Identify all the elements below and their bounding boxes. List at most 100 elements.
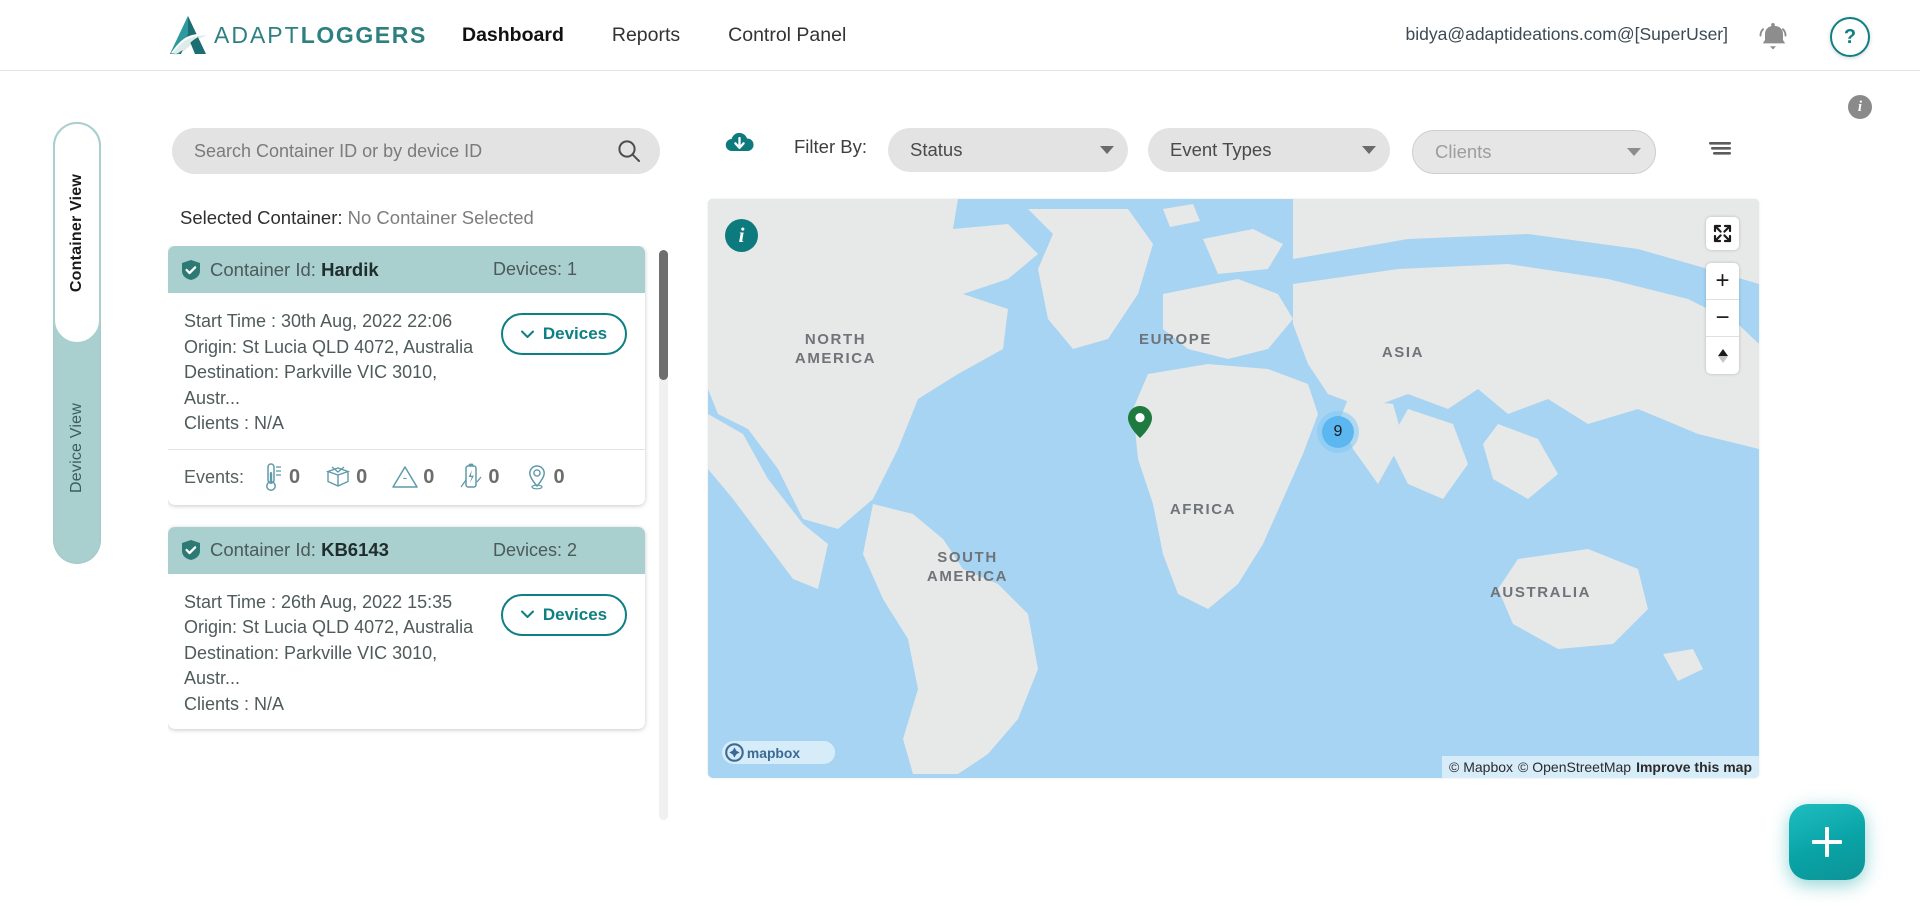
- container-list-scrollbar[interactable]: [659, 250, 668, 820]
- selected-container-row: Selected Container: No Container Selecte…: [180, 207, 534, 229]
- chevron-down-icon: [1627, 148, 1641, 156]
- add-button[interactable]: [1789, 804, 1865, 880]
- event-location[interactable]: 0: [524, 463, 565, 491]
- brand-name: ADAPTLOGGERS: [214, 21, 427, 48]
- map-zoom-out-button[interactable]: −: [1706, 300, 1739, 337]
- fullscreen-icon: [1713, 224, 1732, 243]
- user-email-label[interactable]: bidya@adaptideations.com@[SuperUser]: [1405, 24, 1728, 45]
- toggle-container-view[interactable]: Container View: [53, 122, 101, 344]
- selected-container-value: No Container Selected: [347, 207, 534, 228]
- container-clients: Clients : N/A: [184, 693, 285, 714]
- map-marker-cluster[interactable]: 9: [1317, 411, 1359, 453]
- clients-dropdown-label: Clients: [1435, 141, 1492, 162]
- mapbox-logo[interactable]: mapbox: [722, 741, 836, 764]
- container-events-row: Events: 0 0 0 0 0: [168, 448, 645, 505]
- map-landmass: [708, 199, 1759, 774]
- toggle-device-view-label: Device View: [68, 403, 85, 493]
- open-box-icon: [326, 466, 351, 487]
- devices-expand-button[interactable]: Devices: [501, 593, 627, 636]
- map-info-button[interactable]: i: [725, 219, 758, 252]
- cloud-download-icon[interactable]: [723, 127, 756, 160]
- attribution-osm[interactable]: © OpenStreetMap: [1518, 759, 1631, 775]
- devices-button-label: Devices: [542, 604, 608, 624]
- clients-dropdown[interactable]: Clients: [1412, 130, 1656, 174]
- search-container[interactable]: [172, 128, 660, 174]
- event-types-dropdown-label: Event Types: [1170, 139, 1272, 160]
- map-zoom-controls: + −: [1706, 263, 1739, 374]
- nav-item-control-panel[interactable]: Control Panel: [728, 24, 846, 47]
- container-card-body: Start Time : 30th Aug, 2022 22:06 Origin…: [168, 293, 645, 449]
- map-marker-pin[interactable]: [1127, 405, 1153, 439]
- event-box-open-count: 0: [356, 465, 368, 488]
- container-devices-count: Devices: 1: [492, 259, 577, 279]
- chevron-down-icon: [520, 610, 534, 619]
- container-list[interactable]: Container Id: Hardik Devices: 1 Start Ti…: [168, 246, 663, 826]
- container-card-body: Start Time : 26th Aug, 2022 15:35 Origin…: [168, 574, 645, 730]
- map-view[interactable]: i NORTH AMERICA EUROPE ASIA AFRICA SOUTH A…: [708, 199, 1759, 778]
- chevron-down-icon: [520, 330, 534, 338]
- event-location-count: 0: [553, 465, 565, 488]
- event-temperature-count: 0: [289, 465, 301, 488]
- svg-text:mapbox: mapbox: [747, 745, 800, 761]
- compass-icon: [1717, 348, 1728, 363]
- map-cluster-count: 9: [1333, 423, 1343, 440]
- event-battery-count: 0: [488, 465, 500, 488]
- help-button[interactable]: ?: [1830, 17, 1870, 57]
- page-info-icon[interactable]: i: [1848, 95, 1872, 119]
- container-id-value: Hardik: [321, 258, 379, 280]
- brand-logo[interactable]: ADAPTLOGGERS: [168, 14, 427, 56]
- container-start-time: Start Time : 30th Aug, 2022 22:06: [184, 311, 453, 331]
- event-alert-count: 0: [423, 465, 435, 488]
- container-origin: Origin: St Lucia QLD 4072, Australia: [184, 336, 474, 357]
- toggle-device-view[interactable]: Device View: [53, 348, 101, 548]
- map-compass-button[interactable]: [1706, 337, 1739, 374]
- location-pin-icon: [528, 465, 545, 490]
- container-id-value: KB6143: [321, 539, 389, 561]
- events-label: Events:: [184, 466, 245, 487]
- toggle-container-view-label: Container View: [68, 173, 85, 293]
- status-dropdown-label: Status: [910, 139, 963, 160]
- map-zoom-in-button[interactable]: +: [1706, 263, 1739, 300]
- attribution-mapbox[interactable]: © Mapbox: [1449, 759, 1513, 775]
- map-pin-icon: [1128, 406, 1152, 438]
- help-button-label: ?: [1843, 25, 1857, 48]
- nav-item-reports[interactable]: Reports: [612, 24, 680, 47]
- devices-expand-button[interactable]: Devices: [501, 313, 627, 355]
- event-box-open[interactable]: 0: [324, 463, 367, 491]
- container-destination: Destination: Parkville VIC 3010, Austr..…: [184, 642, 438, 689]
- attribution-improve-link[interactable]: Improve this map: [1636, 759, 1752, 775]
- status-dropdown[interactable]: Status: [888, 128, 1128, 172]
- container-id-text: Container Id: Hardik: [210, 259, 379, 281]
- container-card[interactable]: Container Id: Hardik Devices: 1 Start Ti…: [168, 246, 645, 505]
- shield-check-icon: [182, 259, 200, 280]
- devices-button-label: Devices: [542, 324, 608, 343]
- main-nav: Dashboard Reports Control Panel: [462, 0, 846, 71]
- chevron-down-icon: [1362, 146, 1376, 154]
- notification-bell-button[interactable]: [1754, 18, 1792, 56]
- warning-triangle-icon: [392, 466, 419, 488]
- container-devices-count: Devices: 2: [492, 539, 577, 560]
- battery-icon: [460, 463, 482, 488]
- container-card-header: Container Id: Hardik Devices: 1: [168, 246, 645, 293]
- event-battery[interactable]: 0: [458, 462, 500, 492]
- container-id-label: Container Id:: [210, 539, 316, 561]
- view-mode-toggle: Container View Device View: [53, 122, 101, 564]
- scrollbar-thumb[interactable]: [659, 250, 668, 380]
- container-card[interactable]: Container Id: KB6143 Devices: 2 Start Ti…: [168, 526, 645, 730]
- selected-container-label: Selected Container:: [180, 207, 343, 228]
- search-input[interactable]: [194, 140, 616, 162]
- map-fullscreen-button[interactable]: [1706, 217, 1739, 250]
- nav-item-dashboard[interactable]: Dashboard: [462, 24, 564, 47]
- chevron-down-icon: [1100, 146, 1114, 154]
- sort-lines-icon[interactable]: [1707, 140, 1733, 156]
- container-card-header: Container Id: KB6143 Devices: 2: [168, 526, 645, 574]
- event-types-dropdown[interactable]: Event Types: [1148, 128, 1390, 172]
- event-temperature[interactable]: 0: [261, 462, 300, 492]
- event-alert[interactable]: 0: [391, 464, 434, 490]
- thermometer-icon: [266, 463, 282, 492]
- container-destination: Destination: Parkville VIC 3010, Austr..…: [184, 362, 438, 408]
- search-icon[interactable]: [616, 138, 642, 164]
- container-id-label: Container Id:: [210, 258, 316, 280]
- container-start-time: Start Time : 26th Aug, 2022 15:35: [184, 591, 453, 612]
- container-origin: Origin: St Lucia QLD 4072, Australia: [184, 617, 474, 638]
